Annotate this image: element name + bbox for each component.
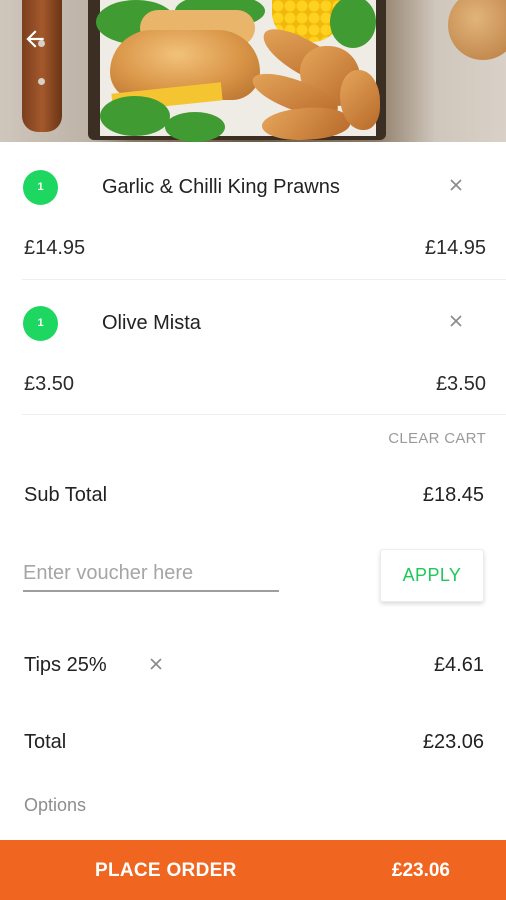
total-label: Total	[24, 731, 67, 753]
place-order-button[interactable]: PLACE ORDER £23.06	[0, 840, 506, 900]
close-icon	[449, 178, 463, 197]
remove-tips-button[interactable]	[144, 654, 168, 678]
back-button[interactable]	[18, 24, 52, 58]
place-order-total: £23.06	[391, 860, 450, 881]
divider	[22, 279, 506, 280]
item-price-row: £3.50 £3.50	[0, 365, 506, 405]
item-name: Garlic & Chilli King Prawns	[102, 175, 340, 198]
place-order-label: PLACE ORDER	[95, 860, 237, 881]
total-row: Total £23.06	[0, 723, 506, 763]
remove-item-button[interactable]	[444, 175, 468, 199]
divider	[22, 414, 506, 415]
voucher-input[interactable]	[23, 556, 279, 592]
arrow-left-icon	[22, 26, 48, 57]
tips-value: £4.61	[433, 654, 484, 676]
subtotal-row: Sub Total £18.45	[0, 476, 506, 516]
quantity-badge: 1	[23, 169, 58, 205]
item-price-row: £14.95 £14.95	[0, 229, 506, 269]
cart-item: 1 Garlic & Chilli King Prawns	[0, 162, 506, 212]
item-line-total: £14.95	[424, 237, 486, 259]
tips-row: Tips 25% £4.61	[0, 646, 506, 686]
clear-cart-button[interactable]: CLEAR CART	[388, 430, 486, 447]
cart-item: 1 Olive Mista	[0, 298, 506, 348]
item-unit-price: £3.50	[24, 373, 75, 395]
subtotal-value: £18.45	[422, 484, 484, 506]
item-name: Olive Mista	[102, 311, 201, 334]
total-value: £23.06	[422, 731, 484, 753]
quantity-badge: 1	[23, 305, 58, 341]
item-line-total: £3.50	[435, 373, 486, 395]
remove-item-button[interactable]	[444, 311, 468, 335]
subtotal-label: Sub Total	[24, 484, 108, 506]
knife-handle	[22, 0, 62, 132]
options-link[interactable]: Options	[24, 795, 86, 816]
restaurant-hero-image	[0, 0, 506, 142]
close-icon	[149, 657, 163, 676]
tips-label: Tips 25%	[24, 654, 107, 676]
close-icon	[449, 314, 463, 333]
apply-voucher-button[interactable]: APPLY	[380, 549, 484, 602]
item-unit-price: £14.95	[24, 237, 86, 259]
